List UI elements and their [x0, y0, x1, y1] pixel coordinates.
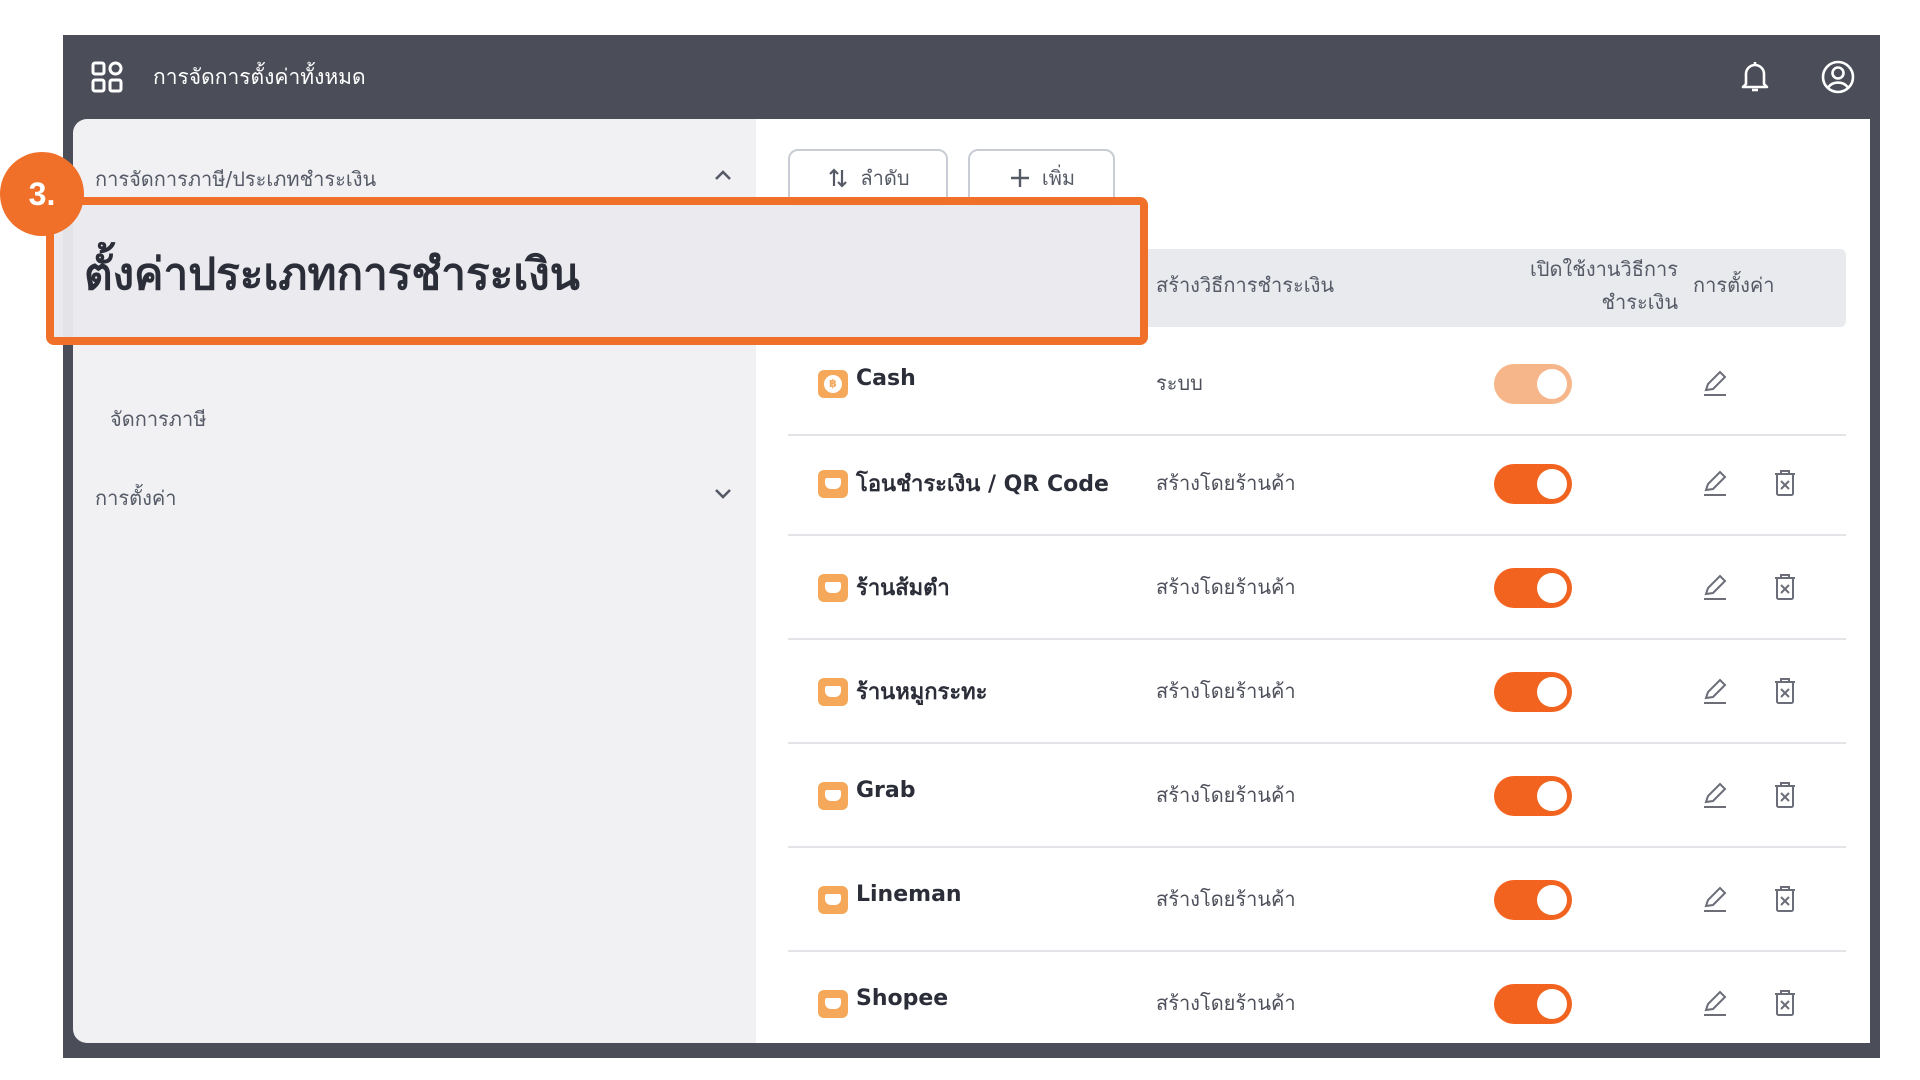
wallet-icon — [818, 886, 848, 914]
toggle-knob — [1537, 781, 1567, 811]
enable-toggle[interactable] — [1494, 672, 1572, 712]
enable-toggle[interactable] — [1494, 464, 1572, 504]
step-callout: ตั้งค่าประเภทการชำระเงิน — [46, 197, 1148, 345]
table-row: ฿ Cash ระบบ — [788, 332, 1846, 436]
toggle-knob — [1537, 989, 1567, 1019]
toggle-knob — [1537, 469, 1567, 499]
sidebar-settings-label: การตั้งค่า — [95, 486, 177, 510]
chevron-down-icon[interactable] — [711, 482, 735, 506]
payment-name: Cash — [856, 366, 916, 391]
table-row: ร้านหมูกระทะ สร้างโดยร้านค้า — [788, 640, 1846, 744]
bell-icon[interactable] — [1738, 59, 1772, 95]
edit-icon[interactable] — [1700, 780, 1730, 810]
enable-toggle[interactable] — [1494, 568, 1572, 608]
top-bar: การจัดการตั้งค่าทั้งหมด — [63, 35, 1880, 119]
payment-creator: สร้างโดยร้านค้า — [1156, 575, 1296, 599]
payment-name: Grab — [856, 778, 916, 803]
payment-name: Lineman — [856, 882, 962, 907]
edit-icon[interactable] — [1700, 368, 1730, 398]
payment-creator: สร้างโดยร้านค้า — [1156, 887, 1296, 911]
payment-creator: สร้างโดยร้านค้า — [1156, 991, 1296, 1015]
table-row: ร้านส้มตำ สร้างโดยร้านค้า — [788, 536, 1846, 640]
chevron-up-icon[interactable] — [711, 163, 735, 187]
wallet-icon — [818, 470, 848, 498]
sidebar-group-tax-payment[interactable]: การจัดการภาษี/ประเภทชำระเงิน — [95, 163, 735, 195]
payment-name: Shopee — [856, 986, 949, 1011]
payment-creator: สร้างโดยร้านค้า — [1156, 783, 1296, 807]
table-row: โอนชำระเงิน / QR Code สร้างโดยร้านค้า — [788, 432, 1846, 536]
wallet-icon — [818, 574, 848, 602]
delete-icon[interactable] — [1772, 780, 1798, 810]
delete-icon[interactable] — [1772, 468, 1798, 498]
callout-text: ตั้งค่าประเภทการชำระเงิน — [84, 249, 580, 300]
sort-icon — [829, 168, 848, 188]
add-button-label: เพิ่ม — [1041, 166, 1076, 190]
wallet-icon — [818, 782, 848, 810]
delete-icon[interactable] — [1772, 572, 1798, 602]
sidebar-item-manage-tax[interactable]: จัดการภาษี — [110, 403, 206, 435]
app-window: การจัดการตั้งค่าทั้งหมด การจัดการภาษี/ปร… — [63, 35, 1880, 1058]
header-created-by: สร้างวิธีการชำระเงิน — [1156, 273, 1335, 297]
wallet-icon — [818, 678, 848, 706]
edit-icon[interactable] — [1700, 988, 1730, 1018]
page-title: การจัดการตั้งค่าทั้งหมด — [153, 65, 366, 89]
toggle-knob — [1537, 369, 1567, 399]
delete-icon[interactable] — [1772, 884, 1798, 914]
sidebar-group-settings[interactable]: การตั้งค่า — [95, 482, 735, 514]
table-row: Grab สร้างโดยร้านค้า — [788, 744, 1846, 848]
wallet-icon — [818, 990, 848, 1018]
toggle-knob — [1537, 677, 1567, 707]
sidebar-group-label: การจัดการภาษี/ประเภทชำระเงิน — [95, 167, 377, 191]
header-enable: เปิดใช้งานวิธีการ ชำระเงิน — [1488, 253, 1678, 319]
edit-icon[interactable] — [1700, 676, 1730, 706]
cash-icon: ฿ — [818, 370, 848, 398]
edit-icon[interactable] — [1700, 572, 1730, 602]
enable-toggle[interactable] — [1494, 984, 1572, 1024]
order-button-label: ลำดับ — [860, 166, 910, 190]
delete-icon[interactable] — [1772, 676, 1798, 706]
toggle-knob — [1537, 573, 1567, 603]
user-account-icon[interactable] — [1820, 59, 1856, 95]
header-settings: การตั้งค่า — [1693, 273, 1775, 297]
table-row: Shopee สร้างโดยร้านค้า — [788, 952, 1846, 1056]
plus-icon — [1010, 169, 1029, 187]
delete-icon[interactable] — [1772, 988, 1798, 1018]
payment-creator: ระบบ — [1156, 371, 1203, 395]
payment-name: ร้านหมูกระทะ — [856, 680, 988, 705]
payment-creator: สร้างโดยร้านค้า — [1156, 471, 1296, 495]
table-row: Lineman สร้างโดยร้านค้า — [788, 848, 1846, 952]
enable-toggle — [1494, 364, 1572, 404]
header-enable-line2: ชำระเงิน — [1601, 290, 1678, 314]
payment-name: โอนชำระเงิน / QR Code — [856, 472, 1109, 497]
toggle-knob — [1537, 885, 1567, 915]
header-enable-line1: เปิดใช้งานวิธีการ — [1529, 257, 1678, 281]
enable-toggle[interactable] — [1494, 776, 1572, 816]
step-badge: 3. — [0, 152, 84, 236]
apps-grid-icon[interactable] — [91, 61, 123, 93]
payment-name: ร้านส้มตำ — [856, 576, 950, 601]
enable-toggle[interactable] — [1494, 880, 1572, 920]
payment-creator: สร้างโดยร้านค้า — [1156, 679, 1296, 703]
edit-icon[interactable] — [1700, 468, 1730, 498]
edit-icon[interactable] — [1700, 884, 1730, 914]
